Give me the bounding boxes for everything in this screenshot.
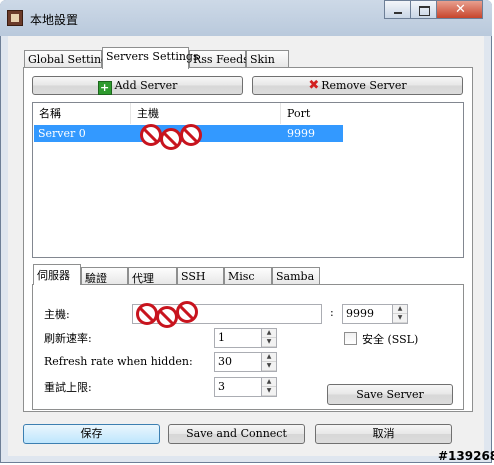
tab-ssh[interactable]: SSH	[177, 267, 224, 285]
refresh-spinner[interactable]: ▲ ▼	[261, 329, 276, 347]
port-separator: :	[330, 306, 334, 319]
spin-up-icon[interactable]: ▲	[393, 305, 407, 314]
spin-down-icon[interactable]: ▼	[262, 338, 276, 347]
refresh-input[interactable]: 1 ▲ ▼	[214, 328, 277, 348]
column-header-host[interactable]: 主機	[131, 103, 281, 124]
maximize-button[interactable]	[410, 0, 437, 19]
refresh-hidden-spinner[interactable]: ▲ ▼	[261, 353, 276, 371]
tab-skin[interactable]: Skin	[246, 50, 289, 68]
server-port-cell: 9999	[287, 127, 315, 140]
redaction-icon	[176, 301, 198, 323]
save-button[interactable]: 保存	[23, 424, 160, 444]
spin-up-icon[interactable]: ▲	[262, 353, 276, 362]
tab-proxy[interactable]: 代理	[128, 267, 177, 285]
close-icon: ✕	[455, 2, 466, 17]
server-list[interactable]: 名稱 主機 Port Server 0 9999	[32, 102, 464, 258]
tab-misc[interactable]: Misc	[224, 267, 272, 285]
ssl-label: 安全 (SSL)	[362, 333, 419, 346]
spin-down-icon[interactable]: ▼	[393, 314, 407, 323]
plus-icon: +	[97, 81, 112, 95]
tab-servers-settings[interactable]: Servers Settings	[102, 47, 199, 69]
save-server-button[interactable]: Save Server	[327, 384, 453, 405]
server-name-cell: Server 0	[38, 127, 86, 140]
retry-input[interactable]: 3 ▲ ▼	[214, 377, 277, 397]
tab-global-settings[interactable]: Global Settings	[24, 50, 114, 68]
window-title: 本地設置	[30, 13, 79, 27]
redaction-icon	[180, 124, 202, 146]
minimize-icon	[394, 12, 402, 14]
column-header-port[interactable]: Port	[281, 103, 341, 124]
window-controls: ✕	[384, 0, 488, 20]
port-input[interactable]: 9999 ▲ ▼	[342, 304, 408, 324]
remove-server-button[interactable]: ✖ Remove Server	[252, 76, 463, 95]
retry-spinner[interactable]: ▲ ▼	[261, 378, 276, 396]
close-button[interactable]: ✕	[436, 0, 483, 19]
redaction-icon	[160, 128, 182, 150]
refresh-label: 刷新速率:	[44, 332, 92, 345]
tab-samba[interactable]: Samba	[272, 267, 320, 285]
remove-icon: ✖	[308, 78, 320, 93]
image-watermark: #139268	[438, 449, 494, 463]
spin-up-icon[interactable]: ▲	[262, 378, 276, 387]
redaction-icon	[156, 306, 178, 328]
refresh-hidden-input[interactable]: 30 ▲ ▼	[214, 352, 277, 372]
maximize-icon	[419, 6, 430, 16]
app-icon	[7, 10, 23, 26]
refresh-hidden-label: Refresh rate when hidden:	[44, 355, 193, 368]
port-spinner[interactable]: ▲ ▼	[392, 305, 407, 323]
ssl-checkbox[interactable]	[344, 332, 357, 345]
spin-down-icon[interactable]: ▼	[262, 387, 276, 396]
spin-up-icon[interactable]: ▲	[262, 329, 276, 338]
tab-auth[interactable]: 驗證	[81, 267, 128, 285]
cancel-button[interactable]: 取消	[315, 424, 452, 444]
redaction-icon	[140, 124, 162, 146]
redaction-icon	[136, 303, 158, 325]
column-header-name[interactable]: 名稱	[33, 103, 131, 124]
add-server-button[interactable]: + Add Server	[32, 76, 243, 95]
retry-label: 重試上限:	[44, 381, 92, 394]
tab-server[interactable]: 伺服器	[33, 264, 81, 285]
spin-down-icon[interactable]: ▼	[262, 362, 276, 371]
save-and-connect-button[interactable]: Save and Connect	[168, 424, 305, 444]
host-label: 主機:	[44, 308, 70, 321]
minimize-button[interactable]	[384, 0, 411, 19]
